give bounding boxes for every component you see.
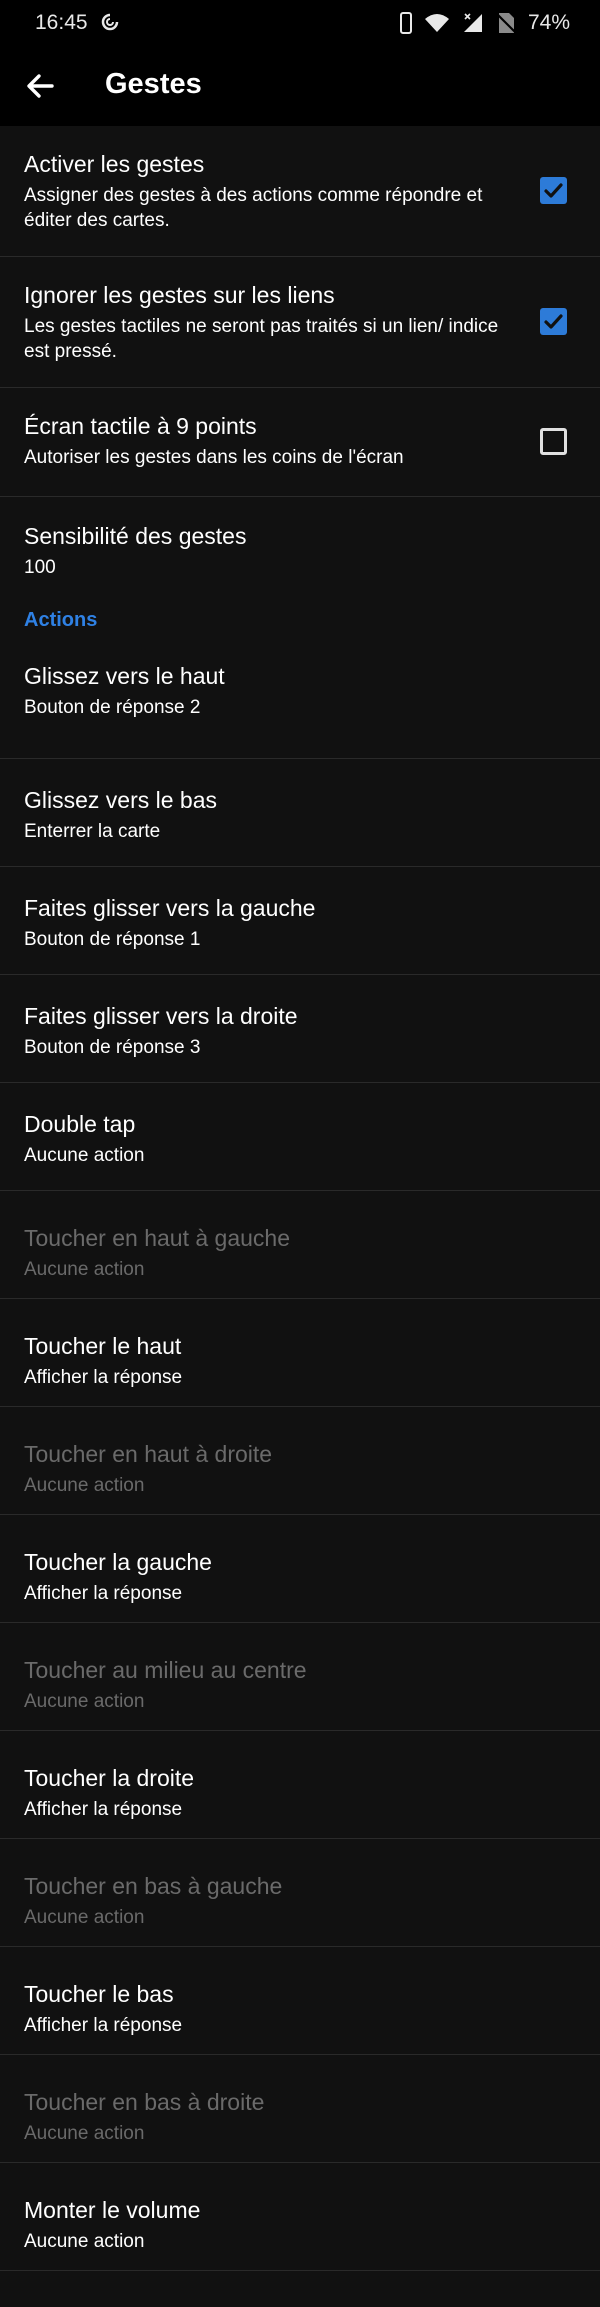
action-title: Toucher en haut à droite	[24, 1441, 273, 1467]
action-title: Toucher le bas	[24, 1981, 174, 2007]
setting-ecran-9-points[interactable]: Écran tactile à 9 points Autoriser les g…	[0, 388, 600, 497]
action-toucher-droite[interactable]: Toucher la droite Afficher la réponse	[0, 1731, 600, 1839]
action-value: Aucune action	[24, 2123, 145, 2144]
action-title: Glissez vers le haut	[24, 663, 225, 689]
action-title: Glissez vers le bas	[24, 787, 218, 813]
setting-ignorer-liens[interactable]: Ignorer les gestes sur les liens Les ges…	[0, 257, 600, 388]
setting-value: 100	[24, 557, 56, 578]
app-bar: Gestes	[0, 46, 600, 126]
setting-title: Écran tactile à 9 points	[24, 413, 257, 439]
action-value: Aucune action	[24, 1145, 145, 1166]
action-value: Afficher la réponse	[24, 1367, 183, 1388]
battery-level: 74%	[527, 11, 570, 34]
action-toucher-bas[interactable]: Toucher le bas Afficher la réponse	[0, 1947, 600, 2055]
checkbox-checked-icon[interactable]	[540, 177, 567, 204]
setting-sensibilite[interactable]: Sensibilité des gestes 100	[0, 497, 600, 599]
signal-icon	[463, 13, 482, 32]
status-bar: 16:45 74%	[0, 0, 600, 46]
action-glissez-haut[interactable]: Glissez vers le haut Bouton de réponse 2	[0, 651, 600, 759]
action-value: Enterrer la carte	[24, 821, 161, 842]
action-value: Afficher la réponse	[24, 1583, 183, 1604]
action-title: Faites glisser vers la droite	[24, 1003, 298, 1029]
no-sim-icon	[496, 13, 516, 33]
action-title: Toucher le haut	[24, 1333, 182, 1359]
action-value: Bouton de réponse 3	[24, 1037, 201, 1058]
action-value: Aucune action	[24, 2231, 145, 2252]
action-title: Toucher en bas à gauche	[24, 1873, 283, 1899]
action-title: Toucher en haut à gauche	[24, 1225, 290, 1251]
action-glisser-droite[interactable]: Faites glisser vers la droite Bouton de …	[0, 975, 600, 1083]
action-toucher-gauche[interactable]: Toucher la gauche Afficher la réponse	[0, 1515, 600, 1623]
action-title: Toucher la droite	[24, 1765, 195, 1791]
action-toucher-bas-gauche: Toucher en bas à gauche Aucune action	[0, 1839, 600, 1947]
action-title: Double tap	[24, 1111, 136, 1137]
arrow-left-icon[interactable]	[22, 68, 58, 104]
setting-title: Activer les gestes	[24, 151, 205, 177]
section-title: Actions	[24, 609, 98, 631]
section-header-actions: Actions	[0, 599, 600, 651]
checkbox-checked-icon[interactable]	[540, 308, 567, 335]
page-title: Gestes	[105, 68, 202, 100]
action-title: Toucher la gauche	[24, 1549, 212, 1575]
action-glissez-bas[interactable]: Glissez vers le bas Enterrer la carte	[0, 759, 600, 867]
action-value: Aucune action	[24, 1907, 145, 1928]
setting-subtitle: Assigner des gestes à des actions comme …	[24, 185, 483, 231]
action-value: Bouton de réponse 2	[24, 697, 201, 718]
wifi-icon	[424, 14, 449, 32]
setting-subtitle: Les gestes tactiles ne seront pas traité…	[24, 316, 499, 362]
action-value: Afficher la réponse	[24, 2015, 183, 2036]
action-toucher-haut-droite: Toucher en haut à droite Aucune action	[0, 1407, 600, 1515]
action-title: Monter le volume	[24, 2197, 201, 2223]
settings-list: Activer les gestes Assigner des gestes à…	[0, 126, 600, 2271]
action-value: Aucune action	[24, 1475, 145, 1496]
action-title: Toucher au milieu au centre	[24, 1657, 307, 1683]
action-double-tap[interactable]: Double tap Aucune action	[0, 1083, 600, 1191]
phone-icon	[399, 12, 412, 34]
checkbox-unchecked[interactable]	[540, 428, 567, 455]
action-toucher-haut-gauche: Toucher en haut à gauche Aucune action	[0, 1191, 600, 1299]
setting-subtitle: Autoriser les gestes dans les coins de l…	[24, 447, 404, 468]
status-icons: 74%	[399, 10, 570, 36]
action-value: Afficher la réponse	[24, 1799, 183, 1820]
action-value: Bouton de réponse 1	[24, 929, 201, 950]
action-monter-volume[interactable]: Monter le volume Aucune action	[0, 2163, 600, 2271]
action-toucher-haut[interactable]: Toucher le haut Afficher la réponse	[0, 1299, 600, 1407]
action-title: Faites glisser vers la gauche	[24, 895, 316, 921]
status-time: 16:45	[35, 11, 88, 34]
action-value: Aucune action	[24, 1259, 145, 1280]
action-toucher-bas-droite: Toucher en bas à droite Aucune action	[0, 2055, 600, 2163]
action-value: Aucune action	[24, 1691, 145, 1712]
setting-title: Sensibilité des gestes	[24, 523, 247, 549]
sync-icon	[101, 13, 119, 31]
action-toucher-milieu-centre: Toucher au milieu au centre Aucune actio…	[0, 1623, 600, 1731]
setting-activer-gestes[interactable]: Activer les gestes Assigner des gestes à…	[0, 126, 600, 257]
setting-title: Ignorer les gestes sur les liens	[24, 282, 335, 308]
action-glisser-gauche[interactable]: Faites glisser vers la gauche Bouton de …	[0, 867, 600, 975]
action-title: Toucher en bas à droite	[24, 2089, 265, 2115]
